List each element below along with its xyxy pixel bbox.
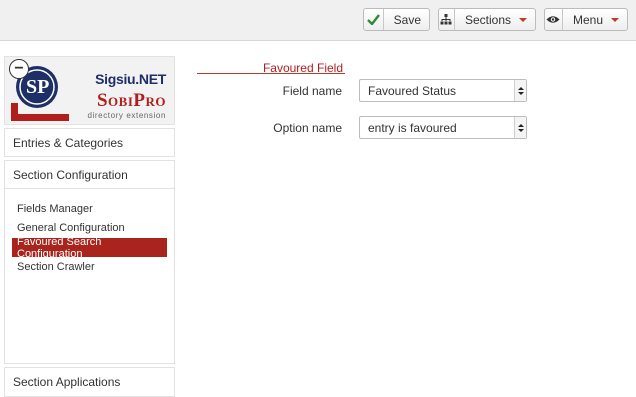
legend-title: Favoured Field xyxy=(262,61,343,75)
sections-button-label: Sections xyxy=(455,9,535,30)
section-configuration-panel: Section Configuration Fields Manager Gen… xyxy=(4,160,175,364)
option-name-label: Option name xyxy=(273,121,342,135)
caret-down-icon xyxy=(611,17,619,22)
logo-product: SobiPro xyxy=(96,90,166,111)
select-arrows-icon xyxy=(514,80,526,101)
check-icon xyxy=(364,9,384,30)
collapse-sidebar-icon[interactable]: − xyxy=(9,59,29,79)
entries-categories-link[interactable]: Entries & Categories xyxy=(5,129,174,156)
sobipro-logo: SP − Sigsiu.NET SobiPro directory extens… xyxy=(4,56,175,125)
logo-tagline: directory extension xyxy=(87,111,166,120)
section-configuration-list: Fields Manager General Configuration Fav… xyxy=(5,189,174,277)
logo-brand: Sigsiu.NET xyxy=(95,71,166,87)
sidebar-item-fields-manager[interactable]: Fields Manager xyxy=(12,199,167,218)
menu-button[interactable]: Menu xyxy=(544,8,628,31)
toolbar: Save Sections Menu xyxy=(0,0,636,41)
badge-letters: SP xyxy=(26,76,49,98)
eye-icon xyxy=(545,9,563,30)
sidebar-item-section-crawler[interactable]: Section Crawler xyxy=(12,258,167,277)
section-applications-link[interactable]: Section Applications xyxy=(5,368,174,396)
sitemap-icon xyxy=(439,9,455,30)
save-button[interactable]: Save xyxy=(363,8,430,31)
option-name-value: entry is favoured xyxy=(368,120,457,135)
caret-down-icon xyxy=(519,17,527,22)
menu-button-label: Menu xyxy=(563,9,627,30)
save-button-label: Save xyxy=(393,12,421,27)
option-name-select[interactable]: entry is favoured xyxy=(359,116,527,139)
favoured-field-legend: Favoured Field xyxy=(197,60,345,75)
section-configuration-header[interactable]: Section Configuration xyxy=(5,161,174,189)
field-name-select[interactable]: Favoured Status xyxy=(359,79,527,102)
section-applications-panel: Section Applications xyxy=(4,367,175,397)
select-arrows-icon xyxy=(514,117,526,138)
field-name-value: Favoured Status xyxy=(368,83,457,98)
sidebar-item-favoured-search-configuration[interactable]: Favoured Search Configuration xyxy=(12,236,167,260)
sections-button[interactable]: Sections xyxy=(438,8,536,31)
entries-categories-panel: Entries & Categories xyxy=(4,128,175,157)
field-name-label: Field name xyxy=(282,84,342,98)
